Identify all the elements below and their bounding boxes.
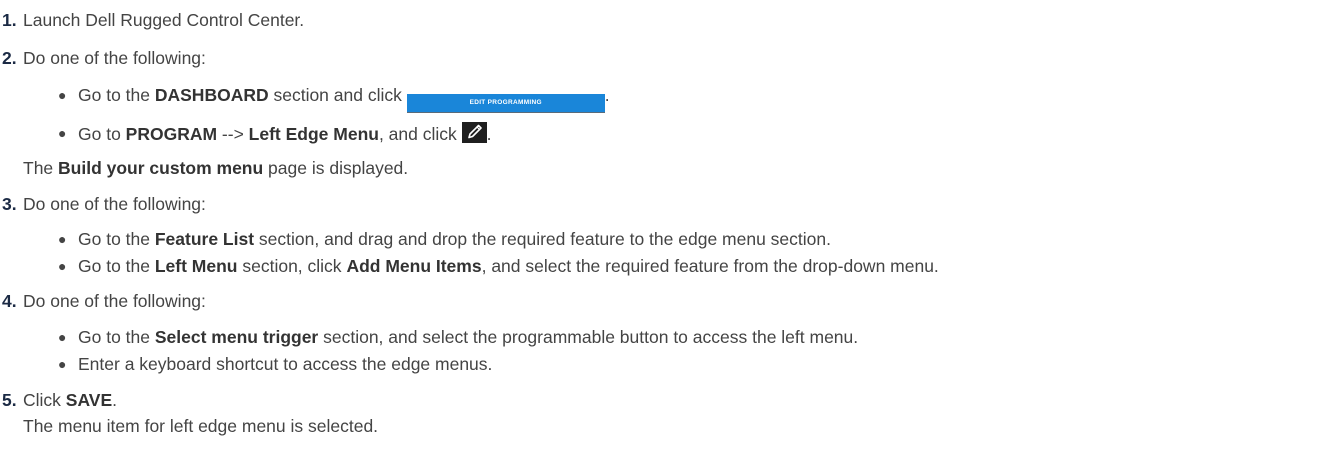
bullet-text: Go to the Feature List section, and drag… [78, 229, 831, 249]
step-text: Do one of the following: [23, 291, 206, 311]
bullet-text: Go to the Left Menu section, click Add M… [78, 256, 939, 276]
pencil-icon [461, 122, 487, 143]
bullet-text: Go to PROGRAM --> Left Edge Menu, and cl… [78, 122, 492, 144]
instructions-page: 1. Launch Dell Rugged Control Center. 2.… [0, 0, 1319, 463]
bullet-text: Go to the Select menu trigger section, a… [78, 327, 859, 347]
step-text: Click SAVE. [23, 390, 118, 410]
bullet-icon: ● [58, 329, 67, 345]
step-number: 2. [2, 48, 17, 68]
bullet-icon: ● [58, 87, 67, 103]
step-text: Do one of the following: [23, 48, 206, 68]
bullet-icon: ● [58, 231, 67, 247]
result-text: The Build your custom menu page is displ… [23, 158, 409, 178]
bullet-icon: ● [58, 258, 67, 274]
step-number: 3. [2, 194, 17, 214]
edit-programming-button-image: EDIT PROGRAMMING [406, 94, 605, 113]
bullet-text: Enter a keyboard shortcut to access the … [78, 354, 493, 374]
step-number: 4. [2, 291, 17, 311]
result-text: The menu item for left edge menu is sele… [23, 416, 379, 436]
bullet-icon: ● [58, 356, 67, 372]
bullet-icon: ● [58, 125, 67, 141]
step-text: Do one of the following: [23, 194, 206, 214]
step-text: Launch Dell Rugged Control Center. [23, 10, 305, 30]
step-number: 1. [2, 10, 17, 30]
step-number: 5. [2, 390, 17, 410]
bullet-text: Go to the DASHBOARD section and click ED… [78, 84, 610, 113]
